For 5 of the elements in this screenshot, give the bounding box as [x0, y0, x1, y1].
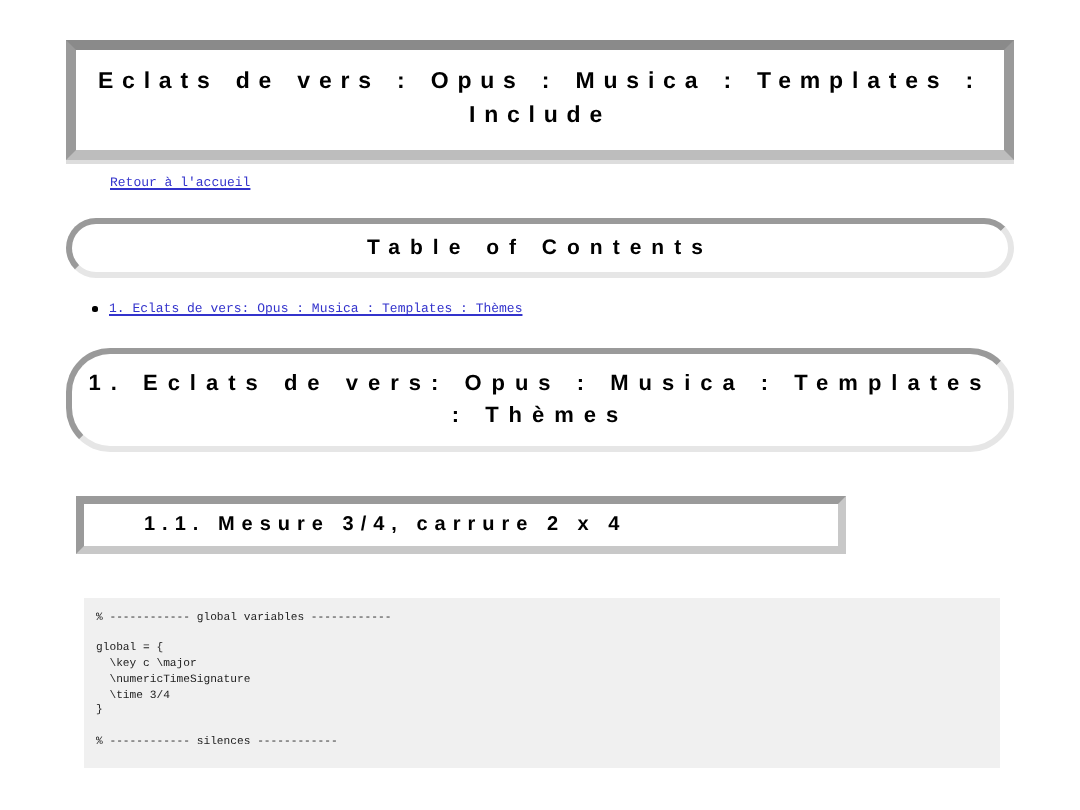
section-heading: 1. Eclats de vers: Opus : Musica : Templates : Thèmes — [66, 348, 1014, 452]
subsection-heading: 1.1. Mesure 3/4, carrure 2 x 4 — [76, 496, 846, 554]
bullet-icon — [92, 306, 97, 312]
page-title: Eclats de vers : Opus : Musica : Templates : Include — [66, 40, 1014, 160]
toc-heading: Table of Contents — [66, 218, 1014, 278]
